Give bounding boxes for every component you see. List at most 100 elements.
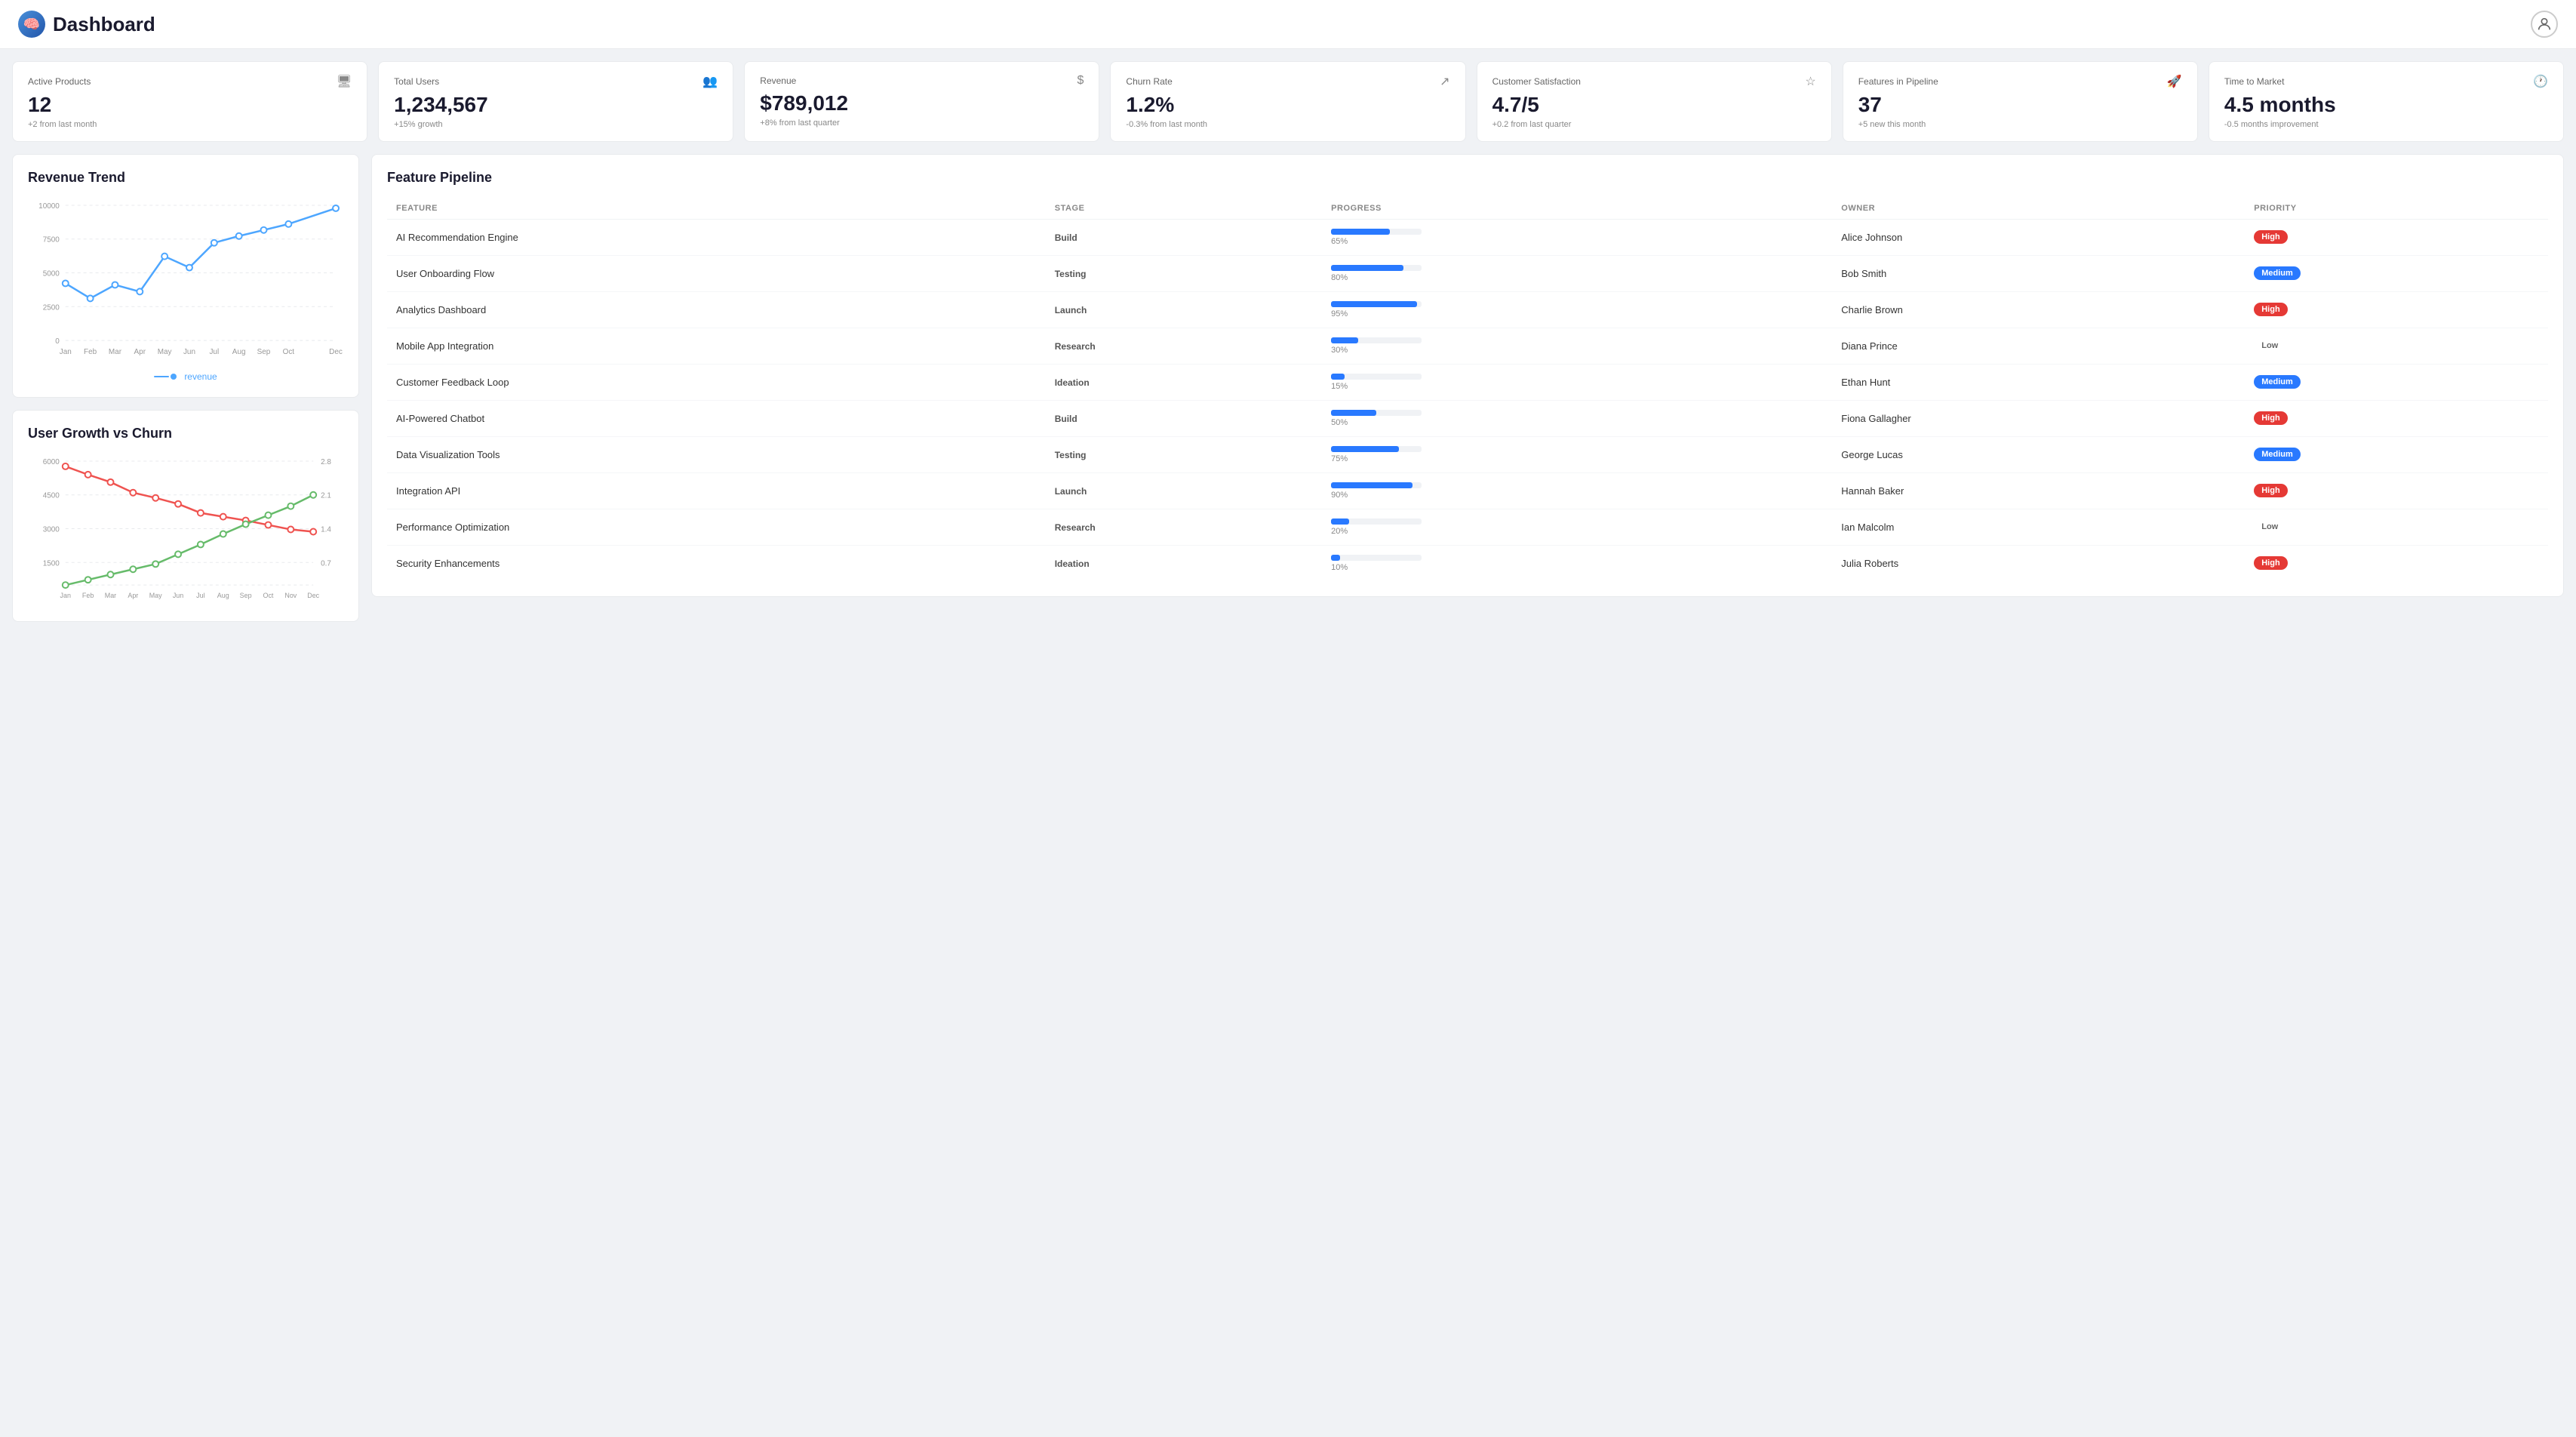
col-stage: STAGE [1046,198,1322,220]
priority-badge: High [2254,556,2287,570]
metric-value: 1,234,567 [394,94,718,117]
progress-bar-container: 65% [1331,229,1422,246]
metric-label: Total Users [394,76,439,87]
stage-text: Launch [1055,305,1087,315]
metric-value: 4.5 months [2224,94,2548,117]
svg-text:May: May [158,348,172,356]
svg-text:1500: 1500 [43,559,60,568]
metric-header: Revenue $ [760,74,1084,88]
metric-header: Active Products 🖥 [28,74,352,89]
progress-bar-track [1331,265,1422,271]
user-growth-chart-title: User Growth vs Churn [28,426,343,442]
header-left: 🧠 Dashboard [18,11,155,38]
progress-bar-fill [1331,482,1412,488]
svg-text:Apr: Apr [134,348,146,356]
progress-label: 95% [1331,309,1422,318]
user-avatar-button[interactable] [2531,11,2558,38]
metric-icon: 👥 [702,74,718,89]
progress-bar-track [1331,518,1422,525]
table-row: Security Enhancements Ideation 10% Julia… [387,545,2548,581]
priority-badge: High [2254,230,2287,244]
cell-progress: 20% [1322,509,1832,545]
svg-text:5000: 5000 [43,269,60,278]
metric-change: -0.3% from last month [1126,120,1449,129]
col-owner: OWNER [1832,198,2245,220]
svg-text:Mar: Mar [105,592,116,599]
app-logo: 🧠 [18,11,45,38]
metric-value: $789,012 [760,92,1084,115]
col-progress: PROGRESS [1322,198,1832,220]
metric-card-churn-rate: Churn Rate ↗ 1.2% -0.3% from last month [1110,61,1465,142]
stage-text: Research [1055,341,1096,352]
cell-feature: AI-Powered Chatbot [387,400,1046,436]
svg-text:Jul: Jul [209,348,219,356]
right-panel: Feature Pipeline FEATURE STAGE PROGRESS … [371,154,2564,622]
cell-progress: 95% [1322,291,1832,328]
cell-progress: 90% [1322,472,1832,509]
metric-card-active-products: Active Products 🖥 12 +2 from last month [12,61,367,142]
metric-header: Customer Satisfaction ☆ [1492,74,1816,89]
pipeline-card: Feature Pipeline FEATURE STAGE PROGRESS … [371,154,2564,597]
progress-bar-container: 15% [1331,374,1422,391]
svg-text:Jan: Jan [60,348,72,356]
cell-stage: Ideation [1046,545,1322,581]
user-growth-chart-svg: 6000 4500 3000 1500 2.8 2.1 1.4 0.7 [28,454,343,604]
svg-text:Nov: Nov [284,592,297,599]
table-row: Analytics Dashboard Launch 95% Charlie B… [387,291,2548,328]
stage-text: Ideation [1055,377,1090,388]
revenue-chart-card: Revenue Trend 10000 7500 5000 2500 0 [12,154,359,398]
progress-label: 10% [1331,563,1422,572]
cell-priority: Medium [2245,436,2548,472]
cell-owner: Charlie Brown [1832,291,2245,328]
metric-icon: 🕐 [2533,74,2548,89]
svg-text:Dec: Dec [307,592,319,599]
cell-owner: Ethan Hunt [1832,364,2245,400]
progress-bar-container: 30% [1331,337,1422,355]
metric-header: Total Users 👥 [394,74,718,89]
cell-stage: Build [1046,400,1322,436]
metric-label: Revenue [760,75,796,86]
revenue-legend-label: revenue [184,371,217,382]
pipeline-title: Feature Pipeline [387,170,2548,186]
progress-bar-track [1331,482,1422,488]
svg-text:10000: 10000 [38,202,60,211]
progress-bar-fill [1331,229,1390,235]
svg-text:Dec: Dec [329,348,343,356]
svg-text:Sep: Sep [257,348,271,356]
priority-badge: Low [2254,339,2286,352]
pipeline-table: FEATURE STAGE PROGRESS OWNER PRIORITY AI… [387,198,2548,581]
progress-bar-container: 80% [1331,265,1422,282]
svg-text:Mar: Mar [109,348,122,356]
cell-progress: 65% [1322,219,1832,255]
progress-bar-fill [1331,555,1340,561]
cell-feature: Performance Optimization [387,509,1046,545]
cell-feature: Mobile App Integration [387,328,1046,364]
progress-bar-container: 90% [1331,482,1422,500]
metric-card-features-pipeline: Features in Pipeline 🚀 37 +5 new this mo… [1843,61,2198,142]
metric-icon: ↗ [1440,74,1449,89]
svg-text:1.4: 1.4 [321,525,331,534]
metric-value: 37 [1858,94,2182,117]
svg-text:Feb: Feb [84,348,97,356]
metric-label: Features in Pipeline [1858,76,1938,87]
stage-text: Testing [1055,450,1087,460]
svg-text:2.1: 2.1 [321,491,331,500]
cell-priority: Low [2245,509,2548,545]
metric-icon: 🚀 [2167,74,2182,89]
cell-priority: Low [2245,328,2548,364]
svg-text:2.8: 2.8 [321,458,331,466]
svg-text:Aug: Aug [217,592,229,599]
table-row: Integration API Launch 90% Hannah Baker … [387,472,2548,509]
table-row: User Onboarding Flow Testing 80% Bob Smi… [387,255,2548,291]
cell-priority: Medium [2245,255,2548,291]
svg-text:6000: 6000 [43,458,60,466]
metric-label: Customer Satisfaction [1492,76,1581,87]
cell-progress: 75% [1322,436,1832,472]
svg-text:Jun: Jun [183,348,195,356]
progress-bar-track [1331,446,1422,452]
cell-priority: High [2245,545,2548,581]
table-row: Mobile App Integration Research 30% Dian… [387,328,2548,364]
cell-priority: Medium [2245,364,2548,400]
stage-text: Build [1055,232,1077,243]
stage-text: Testing [1055,269,1087,279]
